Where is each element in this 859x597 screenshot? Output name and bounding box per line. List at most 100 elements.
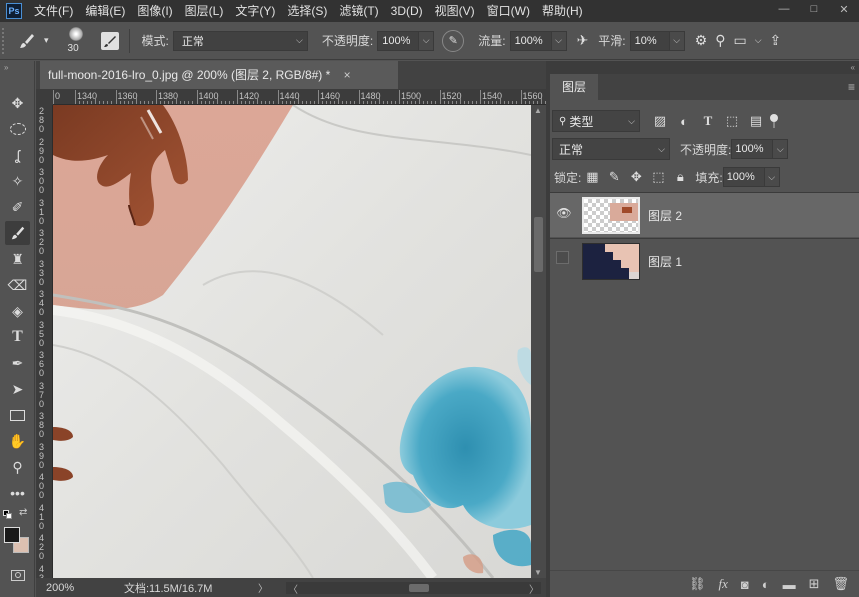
brush-preset-picker[interactable]: 30 [61, 25, 93, 57]
vertical-scrollbar[interactable]: ▲ ▼ [531, 105, 546, 578]
workspace-chevron-down-icon[interactable]: ⌵ [755, 35, 762, 46]
new-layer-icon[interactable]: ⊞ [809, 576, 820, 592]
document-canvas[interactable] [53, 105, 531, 578]
flow-input[interactable]: 100% [509, 30, 552, 51]
smoothing-slider-toggle[interactable]: ⌵ [669, 30, 685, 51]
blend-mode-select[interactable]: 正常 ⌵ [552, 138, 670, 160]
panel-header[interactable]: « [550, 61, 859, 74]
delete-layer-icon[interactable]: 🗑︎ [832, 576, 849, 592]
menu-3d[interactable]: 3D(D) [385, 0, 429, 22]
menu-window[interactable]: 窗口(W) [481, 0, 536, 22]
hand-tool-icon[interactable]: ✋ [5, 429, 30, 453]
options-grip[interactable] [2, 27, 10, 54]
lock-transparent-pixels-icon[interactable]: ▦ [581, 169, 603, 185]
visibility-eye-icon[interactable]: 👁︎ [556, 205, 572, 221]
eraser-tool-icon[interactable]: ⌫ [5, 273, 30, 297]
mode-select[interactable]: 正常 ⌵ [172, 30, 308, 51]
brush-settings-panel-icon[interactable] [100, 31, 119, 50]
fill-slider-toggle[interactable]: ⌵ [764, 167, 780, 187]
more-tools-icon[interactable]: ••• [5, 481, 30, 505]
lasso-tool-icon[interactable]: ʆ [5, 143, 30, 167]
layer-name[interactable]: 图层 2 [648, 207, 682, 224]
scroll-up-icon[interactable]: ▲ [534, 106, 542, 115]
move-tool-icon[interactable]: ✥ [5, 91, 30, 115]
fill-input[interactable]: 100% [722, 167, 765, 187]
gear-icon[interactable]: ⚙ [695, 32, 708, 49]
share-icon[interactable]: ⇪ [770, 32, 782, 49]
quick-selection-tool-icon[interactable]: ✧ [5, 169, 30, 193]
tool-preset-dropdown-icon[interactable]: ▾ [44, 35, 49, 46]
panel-collapse-icon[interactable]: « [851, 61, 855, 74]
pen-tool-icon[interactable]: ✒ [5, 351, 30, 375]
foreground-color-swatch[interactable] [4, 527, 20, 543]
lock-image-pixels-icon[interactable]: ✎ [603, 169, 625, 185]
ruler-origin[interactable] [36, 89, 53, 105]
path-selection-tool-icon[interactable]: ➤ [5, 377, 30, 401]
opacity-input[interactable]: 100% [377, 30, 420, 51]
opacity-slider-toggle[interactable]: ⌵ [419, 30, 435, 51]
layer-filter-select[interactable]: ⚲ 类型 ⌵ [552, 110, 640, 132]
filter-type-icon[interactable]: T [696, 113, 720, 129]
layer-opacity-input[interactable]: 100% [731, 139, 774, 159]
filter-pixel-icon[interactable]: ▨ [648, 113, 672, 129]
menu-help[interactable]: 帮助(H) [536, 0, 589, 22]
tab-layers[interactable]: 图层 [550, 74, 598, 100]
vertical-scrollbar-thumb[interactable] [534, 217, 543, 272]
brush-tool-icon[interactable] [18, 32, 36, 50]
horizontal-scrollbar-thumb[interactable] [409, 584, 429, 592]
filter-toggle-icon[interactable] [770, 114, 778, 128]
filter-smart-object-icon[interactable]: ▤ [744, 113, 768, 129]
layer-style-fx-icon[interactable]: fx [718, 576, 727, 592]
close-document-icon[interactable]: × [344, 68, 351, 82]
zoom-tool-icon[interactable]: ⚲ [5, 455, 30, 479]
panel-menu-icon[interactable]: ≡ [848, 80, 855, 94]
type-tool-icon[interactable]: T [5, 325, 30, 349]
menu-layer[interactable]: 图层(L) [179, 0, 230, 22]
scroll-down-icon[interactable]: ▼ [534, 568, 542, 577]
visibility-toggle-empty[interactable] [556, 251, 569, 264]
adjustment-layer-icon[interactable]: ◐ [762, 577, 770, 592]
menu-image[interactable]: 图像(I) [131, 0, 178, 22]
new-group-icon[interactable]: ▬ [783, 577, 796, 592]
scroll-left-icon[interactable]: 〈 [288, 581, 298, 596]
menu-select[interactable]: 选择(S) [281, 0, 333, 22]
scroll-right-icon[interactable]: 〉 [529, 581, 539, 596]
swap-colors-icon[interactable]: ⇄ [19, 507, 27, 518]
airbrush-icon[interactable]: ✈ [577, 32, 589, 49]
layer-opacity-slider-toggle[interactable]: ⌵ [773, 139, 789, 159]
document-size-info[interactable]: 文档:11.5M/16.7M [124, 580, 244, 596]
document-tab[interactable]: full-moon-2016-lro_0.jpg @ 200% (图层 2, R… [40, 61, 398, 89]
lock-all-icon[interactable]: 🔒︎ [669, 169, 691, 185]
menu-view[interactable]: 视图(V) [429, 0, 481, 22]
workspace-icon[interactable]: ▭ [733, 32, 746, 49]
brush-tool-button-icon[interactable] [5, 221, 30, 245]
eyedropper-tool-icon[interactable]: ✐ [5, 195, 30, 219]
menu-filter[interactable]: 滤镜(T) [333, 0, 384, 22]
close-window-button[interactable]: ✕ [829, 0, 859, 18]
zoom-level-field[interactable]: 200% [36, 582, 84, 594]
filter-shape-icon[interactable]: ⬚ [720, 113, 744, 129]
flow-slider-toggle[interactable]: ⌵ [551, 30, 567, 51]
paint-bucket-tool-icon[interactable]: ◈ [5, 299, 30, 323]
status-menu-arrow-icon[interactable]: 〉 [258, 580, 268, 595]
link-layers-icon[interactable]: ⛓ [689, 576, 706, 592]
menu-file[interactable]: 文件(F) [28, 0, 79, 22]
toolbar-collapse-icon[interactable]: » [4, 63, 8, 72]
search-icon[interactable]: ⚲ [715, 32, 725, 49]
clone-stamp-tool-icon[interactable]: ♜ [5, 247, 30, 271]
lock-artboard-icon[interactable]: ⬚ [647, 169, 669, 185]
default-colors-icon[interactable] [3, 510, 12, 519]
layer-row[interactable]: 👁︎ 图层 2 [550, 192, 859, 237]
add-mask-icon[interactable]: ◙ [741, 577, 749, 592]
maximize-button[interactable]: □ [799, 0, 829, 18]
horizontal-ruler[interactable]: 0 1340 1360 1380 1400 1420 1440 1460 1480 1500 152… [53, 89, 546, 105]
horizontal-scrollbar[interactable]: 〈 〉 [286, 581, 541, 596]
smoothing-input[interactable]: 10% [629, 30, 670, 51]
minimize-button[interactable]: — [769, 0, 799, 18]
marquee-tool-icon[interactable] [5, 117, 30, 141]
pressure-opacity-icon[interactable]: ✎ [442, 29, 465, 52]
quick-mask-icon[interactable] [5, 563, 30, 587]
menu-type[interactable]: 文字(Y) [229, 0, 281, 22]
lock-position-icon[interactable]: ✥ [625, 169, 647, 185]
menu-edit[interactable]: 编辑(E) [79, 0, 131, 22]
